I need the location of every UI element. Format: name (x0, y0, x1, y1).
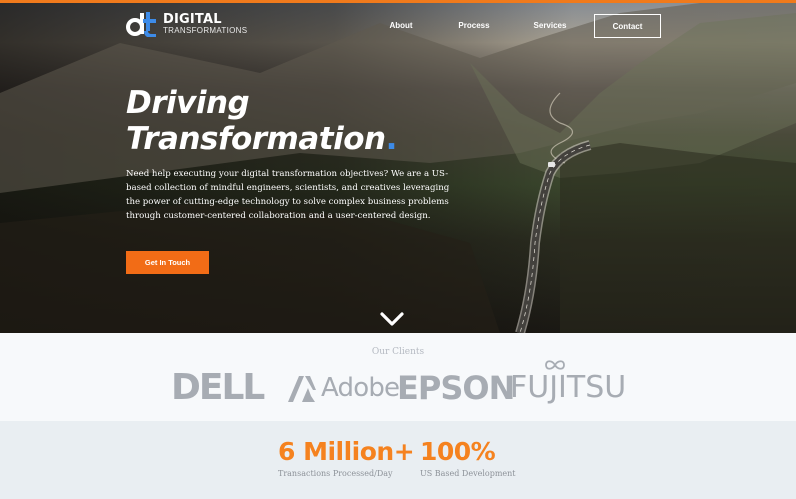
hero-intro-text: Need help executing your digital transfo… (126, 169, 450, 221)
clients-heading: Our Clients (371, 347, 425, 357)
nav-link-services[interactable]: Services (528, 14, 572, 38)
headline-line-1: Driving (126, 85, 250, 121)
stat-transactions: 6 Million+ Transactions Processed/Day (278, 437, 415, 478)
chevron-down-icon[interactable] (380, 311, 404, 327)
stat-value: 100% (420, 437, 496, 466)
nav-link-process[interactable]: Process (452, 14, 496, 38)
fujitsu-logo-text: FUJITSU (510, 370, 627, 405)
dell-logo: DELL (171, 367, 265, 408)
stats-section: 6 Million+ Transactions Processed/Day 10… (0, 421, 796, 499)
hero-section: DIGITAL TRANSFORMATIONS About Process Se… (0, 0, 796, 333)
adobe-logo-text: Adobe (321, 373, 400, 403)
dell-logo-text: DELL (171, 367, 265, 408)
main-nav: About Process Services Contact (0, 14, 796, 38)
adobe-mark-icon (288, 376, 316, 402)
stat-value: 6 Million+ (278, 437, 415, 466)
clients-section: Our Clients DELL Adobe EPSON FUJITSU (0, 333, 796, 421)
fujitsu-logo: FUJITSU (510, 360, 627, 407)
nav-contact-button[interactable]: Contact (594, 14, 661, 38)
nav-link-about[interactable]: About (380, 14, 422, 38)
headline-line-2: Transformation (126, 121, 386, 157)
stat-us-development: 100% US Based Development (420, 437, 516, 478)
epson-logo: EPSON (397, 369, 515, 407)
headline-dot: . (385, 121, 398, 157)
adobe-logo: Adobe (288, 369, 400, 407)
stat-label: US Based Development (420, 469, 516, 478)
hero-headline: Driving Transformation. (126, 85, 397, 157)
get-in-touch-button[interactable]: Get In Touch (126, 251, 209, 274)
epson-logo-text: EPSON (397, 369, 515, 407)
stat-label: Transactions Processed/Day (278, 469, 393, 478)
fujitsu-infinity-icon (545, 360, 565, 370)
